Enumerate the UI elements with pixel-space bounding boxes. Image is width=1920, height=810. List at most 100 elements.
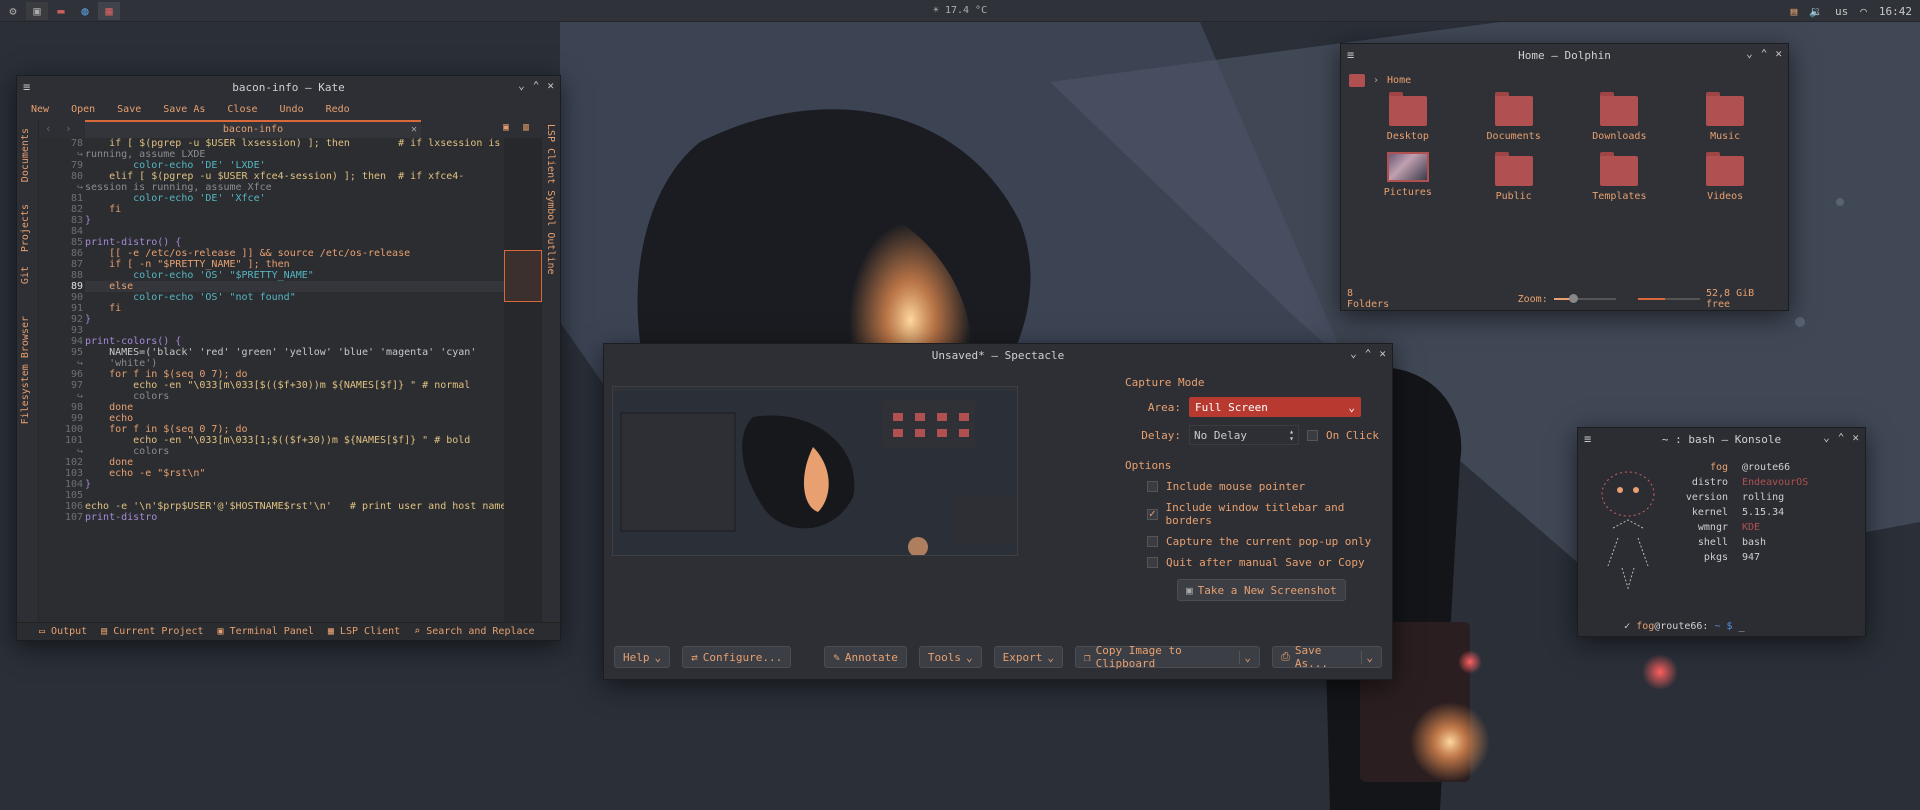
spinner-arrows-icon[interactable]: ▴ ▾ <box>1289 428 1294 443</box>
folder-icon <box>1706 92 1745 126</box>
line-numbers: 78 ↪ 79 80 ↪ 81 82 83 84 85 86 87 88 89 90 91 92 93 94 95 ↪ 9… <box>39 138 83 622</box>
toolbar-undo[interactable]: Undo <box>280 104 304 115</box>
code-lines[interactable]: if [ $(pgrep -u $USER lxsession) ]; then… <box>85 138 504 622</box>
toolbar-open[interactable]: Open <box>71 104 95 115</box>
export-button[interactable]: Export ⌄ <box>993 646 1063 668</box>
zoom-slider-handle[interactable] <box>1568 294 1578 303</box>
clock[interactable]: 16:42 <box>1879 5 1912 18</box>
sidebar-tab-projects[interactable]: Projects <box>20 204 31 252</box>
quick-open-icon[interactable]: ▥ <box>523 122 529 133</box>
maximize-icon[interactable]: ⌃ <box>1761 47 1768 60</box>
folder-desktop[interactable]: Desktop <box>1355 92 1461 142</box>
folder-music[interactable]: Music <box>1672 92 1778 142</box>
volume-icon[interactable]: 🔉 <box>1809 5 1823 18</box>
close-icon[interactable]: ✕ <box>1379 347 1386 360</box>
minimap[interactable] <box>504 138 542 622</box>
tab-bacon-info[interactable]: bacon-info ✕ <box>85 120 421 138</box>
save-as-button[interactable]: ⎙ Save As... ⌄ <box>1272 644 1382 670</box>
option-checkbox[interactable] <box>1147 481 1158 492</box>
menu-icon[interactable]: ≡ <box>23 80 30 94</box>
configure-button[interactable]: ⇄ Configure... <box>682 646 792 668</box>
konsole-titlebar[interactable]: ≡ ~ : bash — Konsole ⌄ ⌃ ✕ <box>1578 428 1865 450</box>
minimap-viewport[interactable] <box>504 250 542 302</box>
bottom-tab-output[interactable]: ▭ Output <box>39 626 87 637</box>
maximize-icon[interactable]: ⌃ <box>1838 431 1845 444</box>
nav-forward-icon[interactable]: › <box>65 122 72 135</box>
prompt-path: ~ <box>1714 621 1721 632</box>
clipboard-icon[interactable]: ▤ <box>1791 5 1798 18</box>
home-folder-icon[interactable] <box>1349 74 1365 87</box>
bottom-tab-lsp[interactable]: ▦ LSP Client <box>328 626 400 637</box>
maximize-icon[interactable]: ⌃ <box>1365 347 1372 360</box>
folder-videos[interactable]: Videos <box>1672 152 1778 202</box>
toolbar-new[interactable]: New <box>31 104 49 115</box>
terminal-output[interactable]: fog @route66 distro EndeavourOS version rolli… <box>1588 458 1855 643</box>
split-icon[interactable]: ▣ <box>503 122 509 133</box>
nav-back-icon[interactable]: ‹ <box>45 122 52 135</box>
option-checkbox[interactable] <box>1147 507 1158 520</box>
close-icon[interactable]: ✕ <box>1852 431 1859 444</box>
folder-documents[interactable]: Documents <box>1461 92 1567 142</box>
folder-pictures[interactable]: Pictures <box>1355 152 1461 202</box>
option-row[interactable]: Capture the current pop-up only <box>1147 535 1385 548</box>
area-select[interactable]: Full Screen ⌄ <box>1189 397 1361 417</box>
chevron-down-icon[interactable]: ⌄ <box>1239 650 1251 664</box>
keyboard-layout[interactable]: us <box>1835 5 1848 18</box>
take-new-screenshot-button[interactable]: ▣ Take a New Screenshot <box>1177 579 1346 601</box>
app-launcher-icon[interactable]: ⚙ <box>2 2 24 20</box>
menu-icon[interactable]: ≡ <box>1347 48 1354 62</box>
minimize-icon[interactable]: ⌄ <box>1746 47 1753 60</box>
toolbar-save[interactable]: Save <box>117 104 141 115</box>
tools-button[interactable]: Tools ⌄ <box>918 646 982 668</box>
toolbar-close[interactable]: Close <box>227 104 257 115</box>
annotate-button[interactable]: ✎ Annotate <box>824 646 907 668</box>
toolbar-save-as[interactable]: Save As <box>163 104 205 115</box>
line-number: 105 <box>64 490 83 501</box>
zoom-slider[interactable] <box>1553 294 1616 303</box>
option-checkbox[interactable] <box>1147 557 1158 568</box>
screenshot-preview[interactable] <box>612 386 1018 556</box>
dolphin-titlebar[interactable]: ≡ Home — Dolphin ⌄ ⌃ ✕ <box>1341 44 1788 66</box>
folder-public[interactable]: Public <box>1461 152 1567 202</box>
browser-task-icon[interactable]: ◍ <box>74 2 96 20</box>
sidebar-tab-git[interactable]: Git <box>20 266 31 284</box>
breadcrumb-home[interactable]: Home <box>1387 75 1411 86</box>
wifi-icon[interactable]: ◠ <box>1860 5 1867 18</box>
option-row[interactable]: Quit after manual Save or Copy <box>1147 556 1385 569</box>
code-editor[interactable]: 78 ↪ 79 80 ↪ 81 82 83 84 85 86 87 88 89 90 91 92 93 94 95 ↪ 9… <box>39 138 504 622</box>
option-row[interactable]: Include mouse pointer <box>1147 480 1385 493</box>
help-button[interactable]: Help ⌄ <box>614 646 671 668</box>
code-line: if [ -n "$PRETTY_NAME" ]; then <box>85 259 290 270</box>
close-icon[interactable]: ✕ <box>547 79 554 92</box>
minimize-icon[interactable]: ⌄ <box>1823 431 1830 444</box>
screenshot-task-icon[interactable]: ▦ <box>98 1 120 20</box>
folder-templates[interactable]: Templates <box>1567 152 1673 202</box>
bottom-tab-terminal[interactable]: ▣ Terminal Panel <box>218 626 314 637</box>
bottom-tab-project[interactable]: ▤ Current Project <box>101 626 203 637</box>
maximize-icon[interactable]: ⌃ <box>533 79 540 92</box>
tab-close-icon[interactable]: ✕ <box>411 122 417 138</box>
spectacle-titlebar[interactable]: Unsaved* — Spectacle ⌄ ⌃ ✕ <box>604 344 1392 366</box>
files-task-icon[interactable]: ▬ <box>50 2 72 20</box>
copy-to-clipboard-button[interactable]: ❐ Copy Image to Clipboard ⌄ <box>1074 644 1261 670</box>
menu-icon[interactable]: ≡ <box>1584 432 1591 446</box>
sidebar-tab-documents[interactable]: Documents <box>20 128 31 182</box>
terminal-task-icon[interactable]: ▣ <box>26 1 48 20</box>
minimize-icon[interactable]: ⌄ <box>1350 347 1357 360</box>
option-checkbox[interactable] <box>1147 536 1158 547</box>
close-icon[interactable]: ✕ <box>1775 47 1782 60</box>
shell-prompt[interactable]: ✓ fog@route66: ~ $ _ <box>1588 610 1855 643</box>
minimize-icon[interactable]: ⌄ <box>518 79 525 92</box>
folder-downloads[interactable]: Downloads <box>1567 92 1673 142</box>
toolbar-redo[interactable]: Redo <box>326 104 350 115</box>
chevron-down-icon: ⌄ <box>654 650 662 664</box>
option-row[interactable]: Include window titlebar and borders <box>1147 501 1385 527</box>
on-click-checkbox[interactable] <box>1307 429 1318 441</box>
sidebar-tab-filesystem[interactable]: Filesystem Browser <box>20 316 31 424</box>
bottom-tab-search[interactable]: ⌕ Search and Replace <box>414 626 534 637</box>
sidebar-tab-symbol-outline[interactable]: LSP Client Symbol Outline <box>545 124 556 275</box>
weather-widget[interactable]: ☀ 17.4 °C <box>0 5 1920 16</box>
kate-titlebar[interactable]: ≡ bacon-info — Kate ⌄ ⌃ ✕ <box>17 76 560 98</box>
delay-spinbox[interactable]: No Delay ▴ ▾ <box>1189 425 1299 445</box>
chevron-down-icon[interactable]: ⌄ <box>1361 650 1373 664</box>
